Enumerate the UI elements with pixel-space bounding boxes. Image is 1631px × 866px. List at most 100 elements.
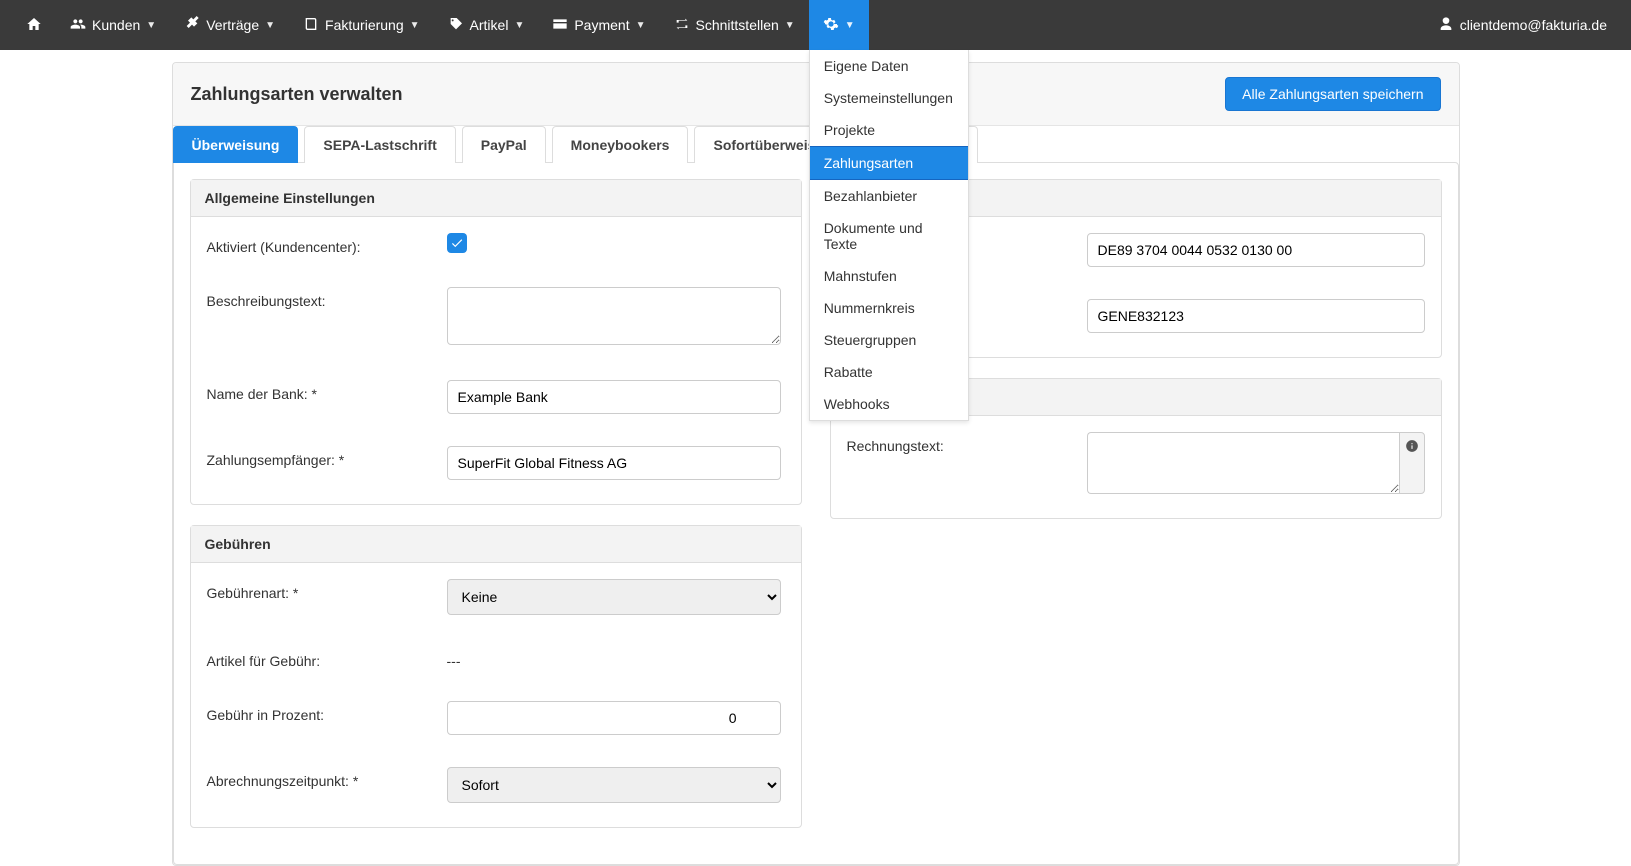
caret-down-icon: ▼ (514, 20, 524, 31)
label-fee-article: Artikel für Gebühr: (207, 647, 447, 669)
caret-down-icon: ▼ (636, 20, 646, 31)
billing-time-select[interactable]: Sofort (447, 767, 781, 803)
page-title: Zahlungsarten verwalten (191, 84, 403, 105)
nav-label: Kunden (92, 17, 140, 33)
panel-fees-title: Gebühren (191, 526, 801, 563)
dropdown-item-bezahlanbieter[interactable]: Bezahlanbieter (810, 180, 968, 212)
dropdown-item-webhooks[interactable]: Webhooks (810, 388, 968, 420)
payee-input[interactable] (447, 446, 781, 480)
nav-schnittstellen[interactable]: Schnittstellen ▼ (660, 0, 809, 50)
fee-type-select[interactable]: Keine (447, 579, 781, 615)
tab-moneybookers[interactable]: Moneybookers (552, 126, 689, 163)
tab-paypal[interactable]: PayPal (462, 126, 546, 163)
row-fee-percent: Gebühr in Prozent: (207, 701, 785, 735)
users-icon (70, 16, 86, 35)
activated-checkbox[interactable] (447, 233, 467, 253)
info-icon (1405, 439, 1419, 456)
caret-down-icon: ▼ (785, 20, 795, 31)
fee-article-value: --- (447, 647, 785, 669)
dropdown-item-dokumente[interactable]: Dokumente und Texte (810, 212, 968, 260)
dropdown-label: Projekte (824, 122, 875, 138)
panel-general-title: Allgemeine Einstellungen (191, 180, 801, 217)
credit-card-icon (552, 16, 568, 35)
settings-dropdown: Eigene Daten Systemeinstellungen Projekt… (809, 50, 969, 421)
nav-artikel[interactable]: Artikel ▼ (434, 0, 539, 50)
iban-input[interactable] (1087, 233, 1425, 267)
dropdown-item-rabatte[interactable]: Rabatte (810, 356, 968, 388)
navbar-left: Kunden ▼ Verträge ▼ Fakturierung ▼ Artik… (12, 0, 869, 50)
dropdown-item-zahlungsarten[interactable]: Zahlungsarten (810, 146, 968, 180)
dropdown-label: Mahnstufen (824, 268, 897, 284)
nav-settings[interactable]: ▼ Eigene Daten Systemeinstellungen Proje… (809, 0, 869, 50)
panel-general: Allgemeine Einstellungen Aktiviert (Kund… (190, 179, 802, 505)
row-payee: Zahlungsempfänger: * (207, 446, 785, 480)
dropdown-label: Zahlungsarten (824, 155, 914, 171)
nav-vertraege[interactable]: Verträge ▼ (170, 0, 289, 50)
caret-down-icon: ▼ (845, 20, 855, 31)
row-activated: Aktiviert (Kundencenter): (207, 233, 785, 255)
user-icon (1438, 16, 1454, 35)
label-activated: Aktiviert (Kundencenter): (207, 233, 447, 255)
label-billing-time: Abrechnungszeitpunkt: * (207, 767, 447, 789)
tab-ueberweisung[interactable]: Überweisung (173, 126, 299, 163)
exchange-icon (674, 16, 690, 35)
dropdown-item-eigene-daten[interactable]: Eigene Daten (810, 50, 968, 82)
dropdown-label: Steuergruppen (824, 332, 917, 348)
nav-label: Verträge (206, 17, 259, 33)
row-bank-name: Name der Bank: * (207, 380, 785, 414)
dropdown-item-systemeinstellungen[interactable]: Systemeinstellungen (810, 82, 968, 114)
panel-fees: Gebühren Gebührenart: * Keine (190, 525, 802, 828)
check-icon (450, 236, 464, 250)
dropdown-label: Dokumente und Texte (824, 220, 923, 252)
label-bank-name: Name der Bank: * (207, 380, 447, 402)
dropdown-item-mahnstufen[interactable]: Mahnstufen (810, 260, 968, 292)
save-all-button[interactable]: Alle Zahlungsarten speichern (1225, 77, 1440, 111)
dropdown-item-steuergruppen[interactable]: Steuergruppen (810, 324, 968, 356)
dropdown-label: Eigene Daten (824, 58, 909, 74)
top-navbar: Kunden ▼ Verträge ▼ Fakturierung ▼ Artik… (0, 0, 1631, 50)
nav-label: Schnittstellen (696, 17, 779, 33)
dropdown-label: Webhooks (824, 396, 890, 412)
description-textarea[interactable] (447, 287, 781, 345)
nav-home[interactable] (12, 0, 56, 50)
label-description: Beschreibungstext: (207, 287, 447, 309)
tag-icon (448, 16, 464, 35)
label-invoice-text: Rechnungstext: (847, 432, 1087, 454)
tab-sepa[interactable]: SEPA-Lastschrift (304, 126, 455, 163)
row-description: Beschreibungstext: (207, 287, 785, 348)
label-fee-percent: Gebühr in Prozent: (207, 701, 447, 723)
book-icon (303, 16, 319, 35)
dropdown-label: Systemeinstellungen (824, 90, 953, 106)
dropdown-item-projekte[interactable]: Projekte (810, 114, 968, 146)
handshake-icon (184, 16, 200, 35)
invoice-text-info-button[interactable] (1399, 432, 1425, 494)
label-fee-type: Gebührenart: * (207, 579, 447, 601)
bank-name-input[interactable] (447, 380, 781, 414)
row-billing-time: Abrechnungszeitpunkt: * Sofort (207, 767, 785, 803)
left-column: Allgemeine Einstellungen Aktiviert (Kund… (190, 179, 802, 848)
dropdown-label: Rabatte (824, 364, 873, 380)
nav-label: Fakturierung (325, 17, 404, 33)
home-icon (26, 16, 42, 35)
dropdown-label: Nummernkreis (824, 300, 915, 316)
nav-label: Artikel (470, 17, 509, 33)
row-fee-type: Gebührenart: * Keine (207, 579, 785, 615)
row-fee-article: Artikel für Gebühr: --- (207, 647, 785, 669)
gear-icon (823, 16, 839, 35)
fee-percent-input[interactable] (447, 701, 781, 735)
nav-kunden[interactable]: Kunden ▼ (56, 0, 170, 50)
caret-down-icon: ▼ (265, 20, 275, 31)
user-email: clientdemo@fakturia.de (1460, 17, 1607, 33)
nav-payment[interactable]: Payment ▼ (538, 0, 659, 50)
invoice-text-textarea[interactable] (1087, 432, 1399, 494)
caret-down-icon: ▼ (146, 20, 156, 31)
dropdown-item-nummernkreis[interactable]: Nummernkreis (810, 292, 968, 324)
label-payee: Zahlungsempfänger: * (207, 446, 447, 468)
nav-label: Payment (574, 17, 629, 33)
bic-input[interactable] (1087, 299, 1425, 333)
caret-down-icon: ▼ (410, 20, 420, 31)
nav-fakturierung[interactable]: Fakturierung ▼ (289, 0, 434, 50)
dropdown-label: Bezahlanbieter (824, 188, 917, 204)
row-invoice-text: Rechnungstext: (847, 432, 1425, 494)
navbar-user[interactable]: clientdemo@fakturia.de (1438, 16, 1619, 35)
